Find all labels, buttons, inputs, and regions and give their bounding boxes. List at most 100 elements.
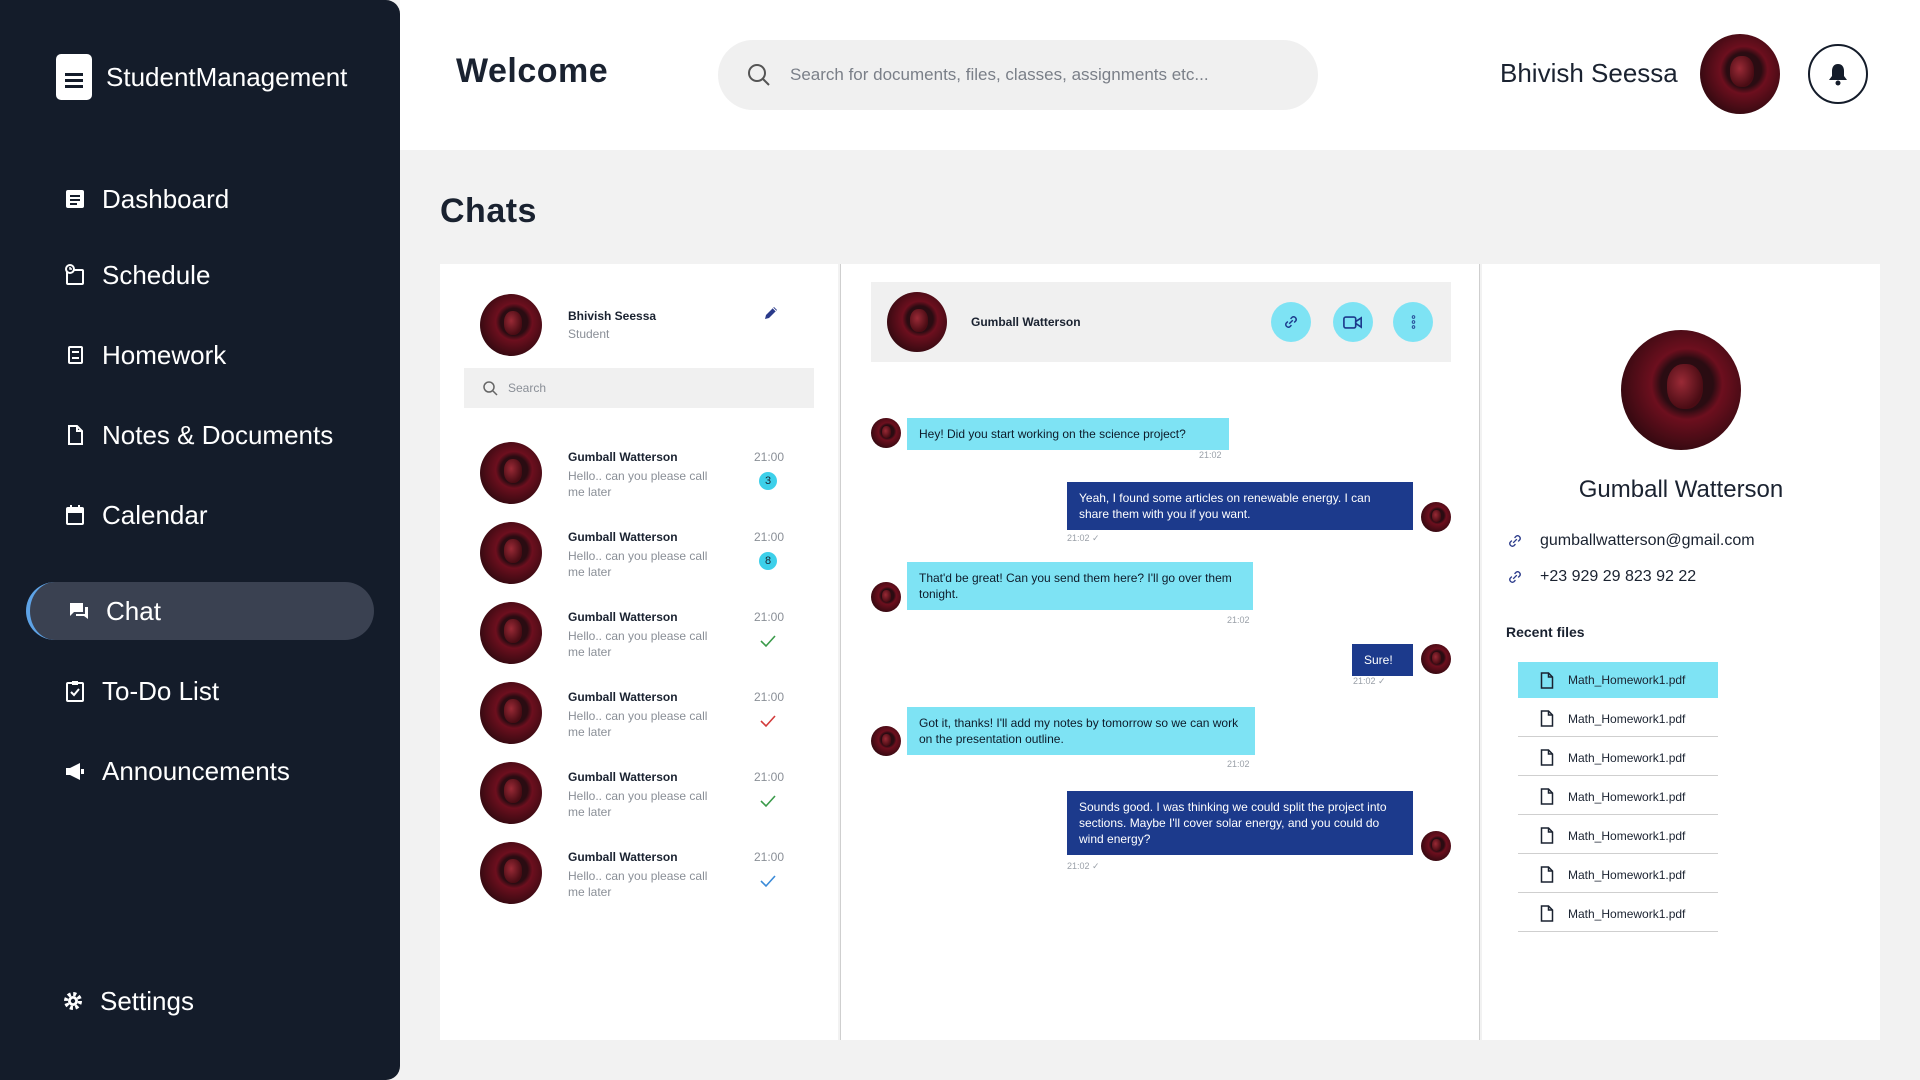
video-camera-icon [1343, 315, 1362, 329]
schedule-icon [64, 264, 86, 286]
message-text: Hey! Did you start working on the scienc… [907, 418, 1229, 450]
conversation-time: 21:00 [754, 850, 785, 864]
conversation-name: Gumball Watterson [568, 850, 678, 864]
megaphone-icon [64, 760, 86, 782]
file-icon [1540, 710, 1554, 727]
notifications-button[interactable] [1808, 44, 1868, 104]
link-icon [1509, 571, 1521, 583]
user-avatar[interactable] [1700, 34, 1780, 114]
conversation-item[interactable]: Gumball Watterson Hello.. can you please… [480, 522, 800, 586]
conversation-item[interactable]: Gumball Watterson Hello.. can you please… [480, 442, 800, 506]
file-icon [1540, 671, 1554, 689]
sidebar-item-homework[interactable]: Homework [26, 326, 374, 384]
sidebar-item-label: Chat [106, 595, 161, 626]
sidebar-item-notes-documents[interactable]: Notes & Documents [26, 406, 374, 464]
brand-logo-icon [56, 54, 92, 100]
file-name: Math_Homework1.pdf [1568, 867, 1686, 882]
sidebar-item-todo-list[interactable]: To-Do List [26, 662, 374, 720]
contact-info-panel: Gumball Watterson gumballwatterson@gmail… [1482, 264, 1880, 1040]
sidebar-item-schedule[interactable]: Schedule [26, 246, 374, 304]
sidebar-item-dashboard[interactable]: Dashboard [26, 170, 374, 228]
file-icon [1540, 749, 1554, 766]
file-icon [1540, 905, 1554, 922]
message-time: 21:02 ✓ [1067, 861, 1100, 871]
file-name: Math_Homework1.pdf [1568, 906, 1686, 921]
search-icon [483, 381, 498, 396]
contact-email-text: gumballwatterson@gmail.com [1540, 532, 1755, 549]
conversation-name: Gumball Watterson [568, 530, 678, 544]
recent-file-item[interactable]: Math_Homework1.pdf [1518, 857, 1718, 893]
conversation-preview: Hello.. can you please call me later [568, 469, 708, 499]
video-call-button[interactable] [1333, 302, 1373, 342]
sidebar-item-settings[interactable]: Settings [26, 972, 374, 1030]
conversation-item[interactable]: Gumball Watterson Hello.. can you please… [480, 762, 800, 826]
gear-icon [62, 990, 84, 1012]
message-time: 21:02 [1227, 615, 1250, 625]
message-outgoing: Yeah, I found some articles on renewable… [1067, 482, 1413, 530]
recent-file-item[interactable]: Math_Homework1.pdf [1518, 896, 1718, 932]
sidebar-item-chat[interactable]: Chat [26, 582, 374, 640]
conversation-name: Gumball Watterson [568, 690, 678, 704]
dashboard-icon [64, 188, 86, 210]
message-time: 21:02 [1227, 759, 1250, 769]
file-name: Math_Homework1.pdf [1568, 673, 1686, 687]
message-incoming: Got it, thanks! I'll add my notes by tom… [907, 707, 1255, 755]
conversation-preview: Hello.. can you please call me later [568, 709, 708, 739]
message-incoming: That'd be great! Can you send them here?… [907, 562, 1253, 610]
my-avatar[interactable] [480, 294, 542, 356]
conversation-time: 21:00 [754, 530, 785, 544]
chat-icon [68, 600, 90, 622]
message-text: Sounds good. I was thinking we could spl… [1067, 791, 1413, 855]
conversation-time: 21:00 [754, 770, 785, 784]
recent-file-item[interactable]: Math_Homework1.pdf [1518, 701, 1718, 737]
conversation-item[interactable]: Gumball Watterson Hello.. can you please… [480, 602, 800, 666]
file-icon [1540, 827, 1554, 844]
file-name: Math_Homework1.pdf [1568, 750, 1686, 765]
recent-file-item[interactable]: Math_Homework1.pdf [1518, 818, 1718, 854]
attach-button[interactable] [1271, 302, 1311, 342]
sidebar-item-label: To-Do List [102, 675, 220, 706]
contact-avatar [480, 442, 542, 504]
file-name: Math_Homework1.pdf [1568, 711, 1686, 726]
sidebar-item-label: Schedule [102, 259, 211, 290]
chat-contact-name: Gumball Watterson [971, 315, 1081, 329]
brand[interactable]: StudentManagement [56, 54, 347, 100]
read-check-icon [760, 795, 776, 808]
conversation-time: 21:00 [754, 450, 785, 464]
conversation-preview: Hello.. can you please call me later [568, 629, 708, 659]
conversation-time: 21:00 [754, 690, 785, 704]
my-avatar [1421, 644, 1451, 674]
link-icon [1285, 316, 1297, 328]
contact-phone[interactable]: +23 929 29 823 92 22 [1506, 568, 1696, 586]
recent-file-item[interactable]: Math_Homework1.pdf [1518, 740, 1718, 776]
my-profile: Bhivish Seessa Student [480, 294, 800, 356]
sidebar-item-calendar[interactable]: Calendar [26, 486, 374, 544]
edit-icon[interactable] [762, 304, 780, 322]
global-search-input[interactable] [790, 65, 1270, 85]
contact-avatar [871, 726, 901, 756]
global-search[interactable] [718, 40, 1318, 110]
recent-file-item[interactable]: Math_Homework1.pdf [1518, 779, 1718, 815]
conversation-preview: Hello.. can you please call me later [568, 789, 708, 819]
contact-avatar[interactable] [887, 292, 947, 352]
conversation-preview: Hello.. can you please call me later [568, 549, 708, 579]
welcome-title: Welcome [456, 52, 609, 90]
more-vertical-icon [1411, 315, 1415, 329]
conversation-list-panel: Bhivish Seessa Student Gumball Watterson… [440, 264, 838, 1040]
conversation-item[interactable]: Gumball Watterson Hello.. can you please… [480, 682, 800, 746]
more-options-button[interactable] [1393, 302, 1433, 342]
contact-avatar [871, 418, 901, 448]
read-check-icon [760, 635, 776, 648]
sidebar-item-announcements[interactable]: Announcements [26, 742, 374, 800]
contact-email[interactable]: gumballwatterson@gmail.com [1506, 532, 1755, 550]
conversation-search-input[interactable] [508, 381, 788, 395]
todo-icon [64, 680, 86, 702]
recent-file-item[interactable]: Math_Homework1.pdf [1518, 662, 1718, 698]
conversation-item[interactable]: Gumball Watterson Hello.. can you please… [480, 842, 800, 906]
read-check-icon [760, 715, 776, 728]
contact-avatar [871, 582, 901, 612]
conversation-search[interactable] [464, 368, 814, 408]
read-check-icon [760, 875, 776, 888]
link-icon [1509, 535, 1521, 547]
settings-label: Settings [100, 985, 194, 1016]
